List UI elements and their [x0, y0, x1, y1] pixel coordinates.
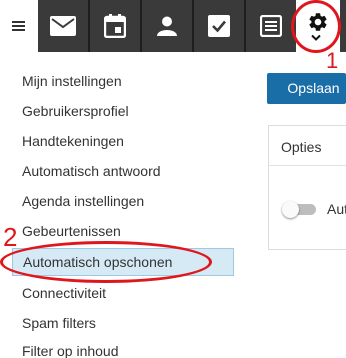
annotation-marker-2: 2 [3, 222, 18, 252]
options-panel: Opties Aut [268, 125, 346, 250]
sidebar-item-gebeurtenissen[interactable]: Gebeurtenissen [22, 223, 121, 239]
calendar-icon [104, 14, 126, 38]
tab-notes[interactable] [246, 0, 296, 52]
contacts-icon [157, 16, 177, 36]
toggle-knob [282, 201, 299, 218]
sidebar-item-filter-op-inhoud[interactable]: Filter op inhoud [22, 343, 119, 358]
sidebar-item-spam-filters[interactable]: Spam filters [22, 315, 96, 331]
auto-cleanup-toggle[interactable] [282, 201, 316, 218]
sidebar-item-gebruikersprofiel[interactable]: Gebruikersprofiel [22, 103, 129, 119]
annotation-ring-1 [291, 0, 341, 53]
sidebar-item-connectiviteit[interactable]: Connectiviteit [22, 285, 106, 301]
annotation-marker-1: 1 [326, 48, 339, 73]
tab-calendar[interactable] [90, 0, 140, 52]
sidebar-item-handtekeningen[interactable]: Handtekeningen [22, 133, 124, 149]
hamburger-menu-button[interactable] [0, 0, 36, 52]
tab-tasks[interactable] [194, 0, 244, 52]
panel-title: Opties [281, 139, 322, 155]
mail-icon [50, 16, 76, 36]
sidebar-item-automatisch-antwoord[interactable]: Automatisch antwoord [22, 163, 161, 179]
save-button[interactable]: Opslaan [267, 73, 346, 104]
hamburger-icon [11, 19, 25, 33]
sidebar-item-mijn-instellingen[interactable]: Mijn instellingen [22, 73, 122, 89]
tab-contacts[interactable] [142, 0, 192, 52]
toggle-label: Aut [327, 201, 346, 217]
sidebar-item-agenda-instellingen[interactable]: Agenda instellingen [22, 193, 144, 209]
tasks-icon [208, 15, 230, 37]
panel-divider [269, 165, 346, 166]
notes-icon [260, 15, 282, 37]
tab-mail[interactable] [38, 0, 88, 52]
annotation-ring-2 [0, 241, 212, 283]
